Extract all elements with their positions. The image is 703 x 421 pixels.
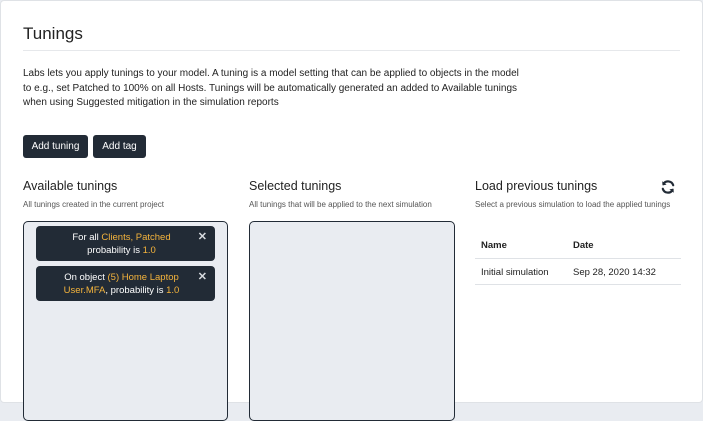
chip-prefix: On object xyxy=(64,272,108,283)
refresh-icon[interactable] xyxy=(660,179,676,195)
chip-middle: , probability is xyxy=(105,285,167,296)
selected-tunings-title: Selected tunings xyxy=(249,179,342,193)
page-title: Tunings xyxy=(23,24,83,43)
available-tunings-title: Available tunings xyxy=(23,179,118,193)
available-tunings-subtitle: All tunings created in the current proje… xyxy=(23,200,164,209)
selected-tunings-panel[interactable] xyxy=(249,221,455,421)
close-icon[interactable]: ✕ xyxy=(198,271,207,284)
table-header: Name Date xyxy=(475,235,681,259)
close-icon[interactable]: ✕ xyxy=(198,231,207,244)
tunings-card: Tunings Labs lets you apply tunings to y… xyxy=(0,0,703,421)
previous-simulations-table: Name Date Initial simulation Sep 28, 202… xyxy=(475,235,681,285)
simulation-date: Sep 28, 2020 14:32 xyxy=(573,267,656,278)
chip-value: 1.0 xyxy=(166,285,180,296)
table-row[interactable]: Initial simulation Sep 28, 2020 14:32 xyxy=(475,259,681,285)
available-tunings-panel[interactable]: For all Clients, Patched probability is … xyxy=(23,221,228,421)
simulation-name: Initial simulation xyxy=(481,267,549,278)
tuning-chip[interactable]: On object (5) Home Laptop User.MFA, prob… xyxy=(36,266,215,301)
column-header-name: Name xyxy=(481,240,507,251)
selected-tunings-subtitle: All tunings that will be applied to the … xyxy=(249,200,432,209)
load-previous-title: Load previous tunings xyxy=(475,179,598,193)
chip-target: Clients, Patched xyxy=(101,232,171,243)
add-tag-button[interactable]: Add tag xyxy=(93,135,146,158)
page-description: Labs lets you apply tunings to your mode… xyxy=(23,68,519,108)
chip-value: 1.0 xyxy=(142,245,156,256)
tuning-chip[interactable]: For all Clients, Patched probability is … xyxy=(36,226,215,261)
chip-prefix: For all xyxy=(72,232,102,243)
column-header-date: Date xyxy=(573,240,594,251)
chip-middle: probability is xyxy=(87,245,143,256)
title-divider xyxy=(23,50,680,51)
add-tuning-button[interactable]: Add tuning xyxy=(23,135,88,158)
load-previous-subtitle: Select a previous simulation to load the… xyxy=(475,200,671,209)
